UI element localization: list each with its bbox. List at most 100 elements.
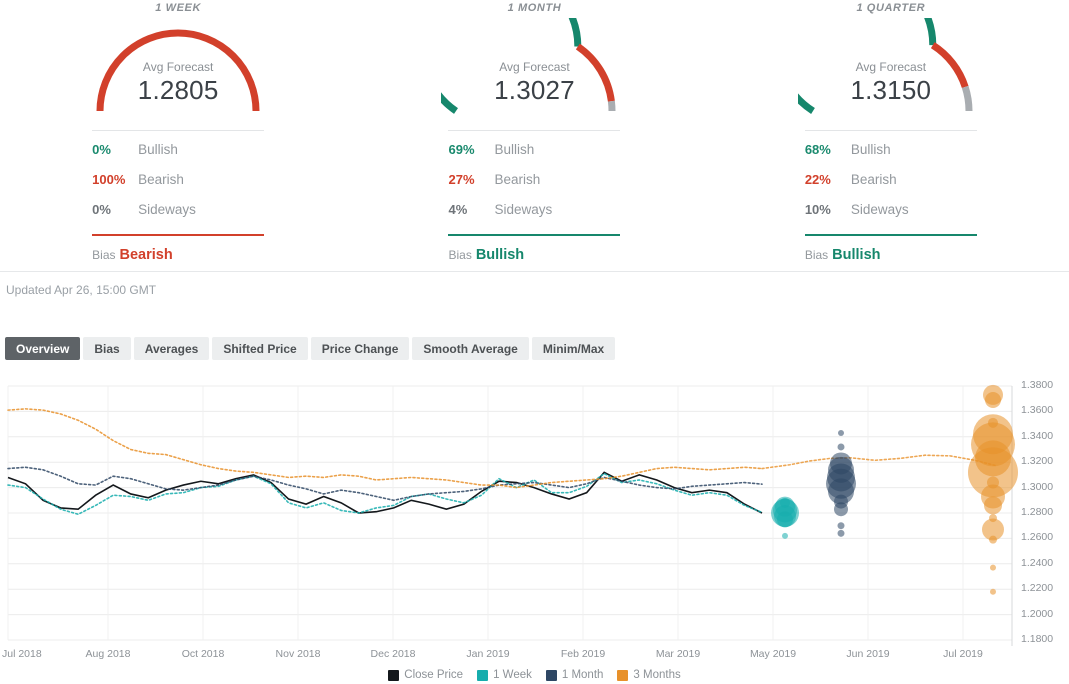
- legend-item[interactable]: 3 Months: [617, 669, 680, 681]
- y-axis-tick: 1.3800: [1021, 379, 1053, 391]
- bearish-percent: 100%: [92, 172, 138, 187]
- forecast-bubble: [989, 536, 997, 544]
- stat-row-bullish: 69% Bullish: [448, 142, 620, 172]
- bias-label: Bias: [448, 248, 471, 262]
- chart-legend: Close Price 1 Week 1 Month 3 Months: [0, 669, 1069, 681]
- sentiment-stats: 69% Bullish 27% Bearish 4% Sideways: [448, 130, 620, 232]
- bearish-percent: 27%: [448, 172, 494, 187]
- forecast-bubble: [990, 565, 996, 571]
- sideways-label: Sideways: [851, 202, 909, 217]
- legend-item[interactable]: 1 Month: [546, 669, 604, 681]
- x-axis-tick: Nov 2018: [276, 648, 321, 660]
- bullish-label: Bullish: [494, 142, 534, 157]
- gauge-center: Avg Forecast 1.2805: [85, 60, 271, 105]
- y-axis-tick: 1.2600: [1021, 531, 1053, 543]
- x-axis-tick: Dec 2018: [371, 648, 416, 660]
- y-axis-tick: 1.3200: [1021, 455, 1053, 467]
- sentiment-stats: 68% Bullish 22% Bearish 10% Sideways: [805, 130, 977, 232]
- tab-bias[interactable]: Bias: [83, 337, 130, 360]
- gauge-center: Avg Forecast 1.3150: [798, 60, 984, 105]
- y-axis-tick: 1.2400: [1021, 557, 1053, 569]
- forecast-panel-1-month: 1 MONTH Avg Forecast 1.3027 69% Bullish …: [356, 0, 712, 270]
- bias-value: Bullish: [476, 247, 524, 263]
- bias-row: Bias Bullish: [805, 247, 977, 263]
- legend-label: Close Price: [404, 669, 463, 681]
- forecast-bubble: [777, 511, 793, 527]
- forecast-bubble: [834, 502, 848, 516]
- forecast-bubble: [782, 533, 788, 539]
- sideways-percent: 4%: [448, 202, 494, 217]
- gauge-1-week: Avg Forecast 1.2805: [85, 18, 271, 118]
- chart-svg: [0, 378, 1069, 650]
- gauge-label: Avg Forecast: [85, 60, 271, 75]
- legend-swatch-1-month: [546, 670, 557, 681]
- tab-minim-max[interactable]: Minim/Max: [532, 337, 615, 360]
- gauge-value: 1.2805: [85, 75, 271, 105]
- legend-item[interactable]: Close Price: [388, 669, 463, 681]
- forecast-bubble: [985, 392, 1001, 408]
- y-axis-tick: 1.3000: [1021, 481, 1053, 493]
- forecast-dashboard: 1 WEEK Avg Forecast 1.2805 0% Bullish 10…: [0, 0, 1069, 684]
- stat-row-sideways: 4% Sideways: [448, 202, 620, 232]
- chart-x-axis: Jul 2018Aug 2018Oct 2018Nov 2018Dec 2018…: [0, 648, 1069, 664]
- y-axis-tick: 1.2000: [1021, 608, 1053, 620]
- forecast-bubble: [990, 589, 996, 595]
- sentiment-stats: 0% Bullish 100% Bearish 0% Sideways: [92, 130, 264, 232]
- x-axis-tick: May 2019: [750, 648, 796, 660]
- gauge-value: 1.3150: [798, 75, 984, 105]
- bias-row: Bias Bullish: [448, 247, 620, 263]
- panel-title: 1 WEEK: [155, 2, 201, 14]
- forecast-bubble: [984, 496, 1002, 514]
- chart-view-tabs[interactable]: OverviewBiasAveragesShifted PricePrice C…: [5, 337, 615, 360]
- forecast-panel-1-week: 1 WEEK Avg Forecast 1.2805 0% Bullish 10…: [0, 0, 356, 270]
- x-axis-tick: Jan 2019: [466, 648, 509, 660]
- y-axis-tick: 1.2200: [1021, 582, 1053, 594]
- bias-value: Bullish: [832, 247, 880, 263]
- forecast-bubble: [838, 530, 845, 537]
- y-axis-tick: 1.3600: [1021, 404, 1053, 416]
- bearish-label: Bearish: [494, 172, 540, 187]
- panel-title: 1 QUARTER: [856, 2, 925, 14]
- y-axis-tick: 1.3400: [1021, 430, 1053, 442]
- gauge-1-quarter: Avg Forecast 1.3150: [798, 18, 984, 118]
- bias-rule: [448, 234, 620, 236]
- bias-row: BiasBearish: [92, 247, 264, 263]
- forecast-panel-1-quarter: 1 QUARTER Avg Forecast 1.3150 68% Bullis…: [713, 0, 1069, 270]
- forecast-bubble: [838, 430, 844, 436]
- legend-swatch-3-months: [617, 670, 628, 681]
- tab-smooth-average[interactable]: Smooth Average: [412, 337, 528, 360]
- stat-row-bearish: 27% Bearish: [448, 172, 620, 202]
- forecast-panels: 1 WEEK Avg Forecast 1.2805 0% Bullish 10…: [0, 0, 1069, 270]
- forecast-chart: [0, 378, 1069, 650]
- stat-row-bullish: 0% Bullish: [92, 142, 264, 172]
- x-axis-tick: Aug 2018: [86, 648, 131, 660]
- sideways-label: Sideways: [138, 202, 196, 217]
- bias-label: Bias: [92, 248, 115, 262]
- stat-row-sideways: 10% Sideways: [805, 202, 977, 232]
- bullish-percent: 69%: [448, 142, 494, 157]
- bullish-percent: 0%: [92, 142, 138, 157]
- bias-label: Bias: [805, 248, 828, 262]
- x-axis-tick: Jun 2019: [846, 648, 889, 660]
- bearish-percent: 22%: [805, 172, 851, 187]
- tab-shifted-price[interactable]: Shifted Price: [212, 337, 307, 360]
- gauge-label: Avg Forecast: [798, 60, 984, 75]
- sideways-percent: 10%: [805, 202, 851, 217]
- tab-averages[interactable]: Averages: [134, 337, 210, 360]
- tab-price-change[interactable]: Price Change: [311, 337, 410, 360]
- legend-item[interactable]: 1 Week: [477, 669, 532, 681]
- x-axis-tick: Jul 2019: [943, 648, 983, 660]
- gauge-label: Avg Forecast: [441, 60, 627, 75]
- y-axis-tick: 1.2800: [1021, 506, 1053, 518]
- sideways-label: Sideways: [494, 202, 552, 217]
- bullish-label: Bullish: [851, 142, 891, 157]
- bearish-label: Bearish: [851, 172, 897, 187]
- stat-row-bearish: 22% Bearish: [805, 172, 977, 202]
- bias-rule: [805, 234, 977, 236]
- stat-row-sideways: 0% Sideways: [92, 202, 264, 232]
- y-axis-tick: 1.1800: [1021, 633, 1053, 645]
- bullish-percent: 68%: [805, 142, 851, 157]
- tab-overview[interactable]: Overview: [5, 337, 80, 360]
- series-line-3-months: [8, 409, 762, 488]
- legend-swatch-1-week: [477, 670, 488, 681]
